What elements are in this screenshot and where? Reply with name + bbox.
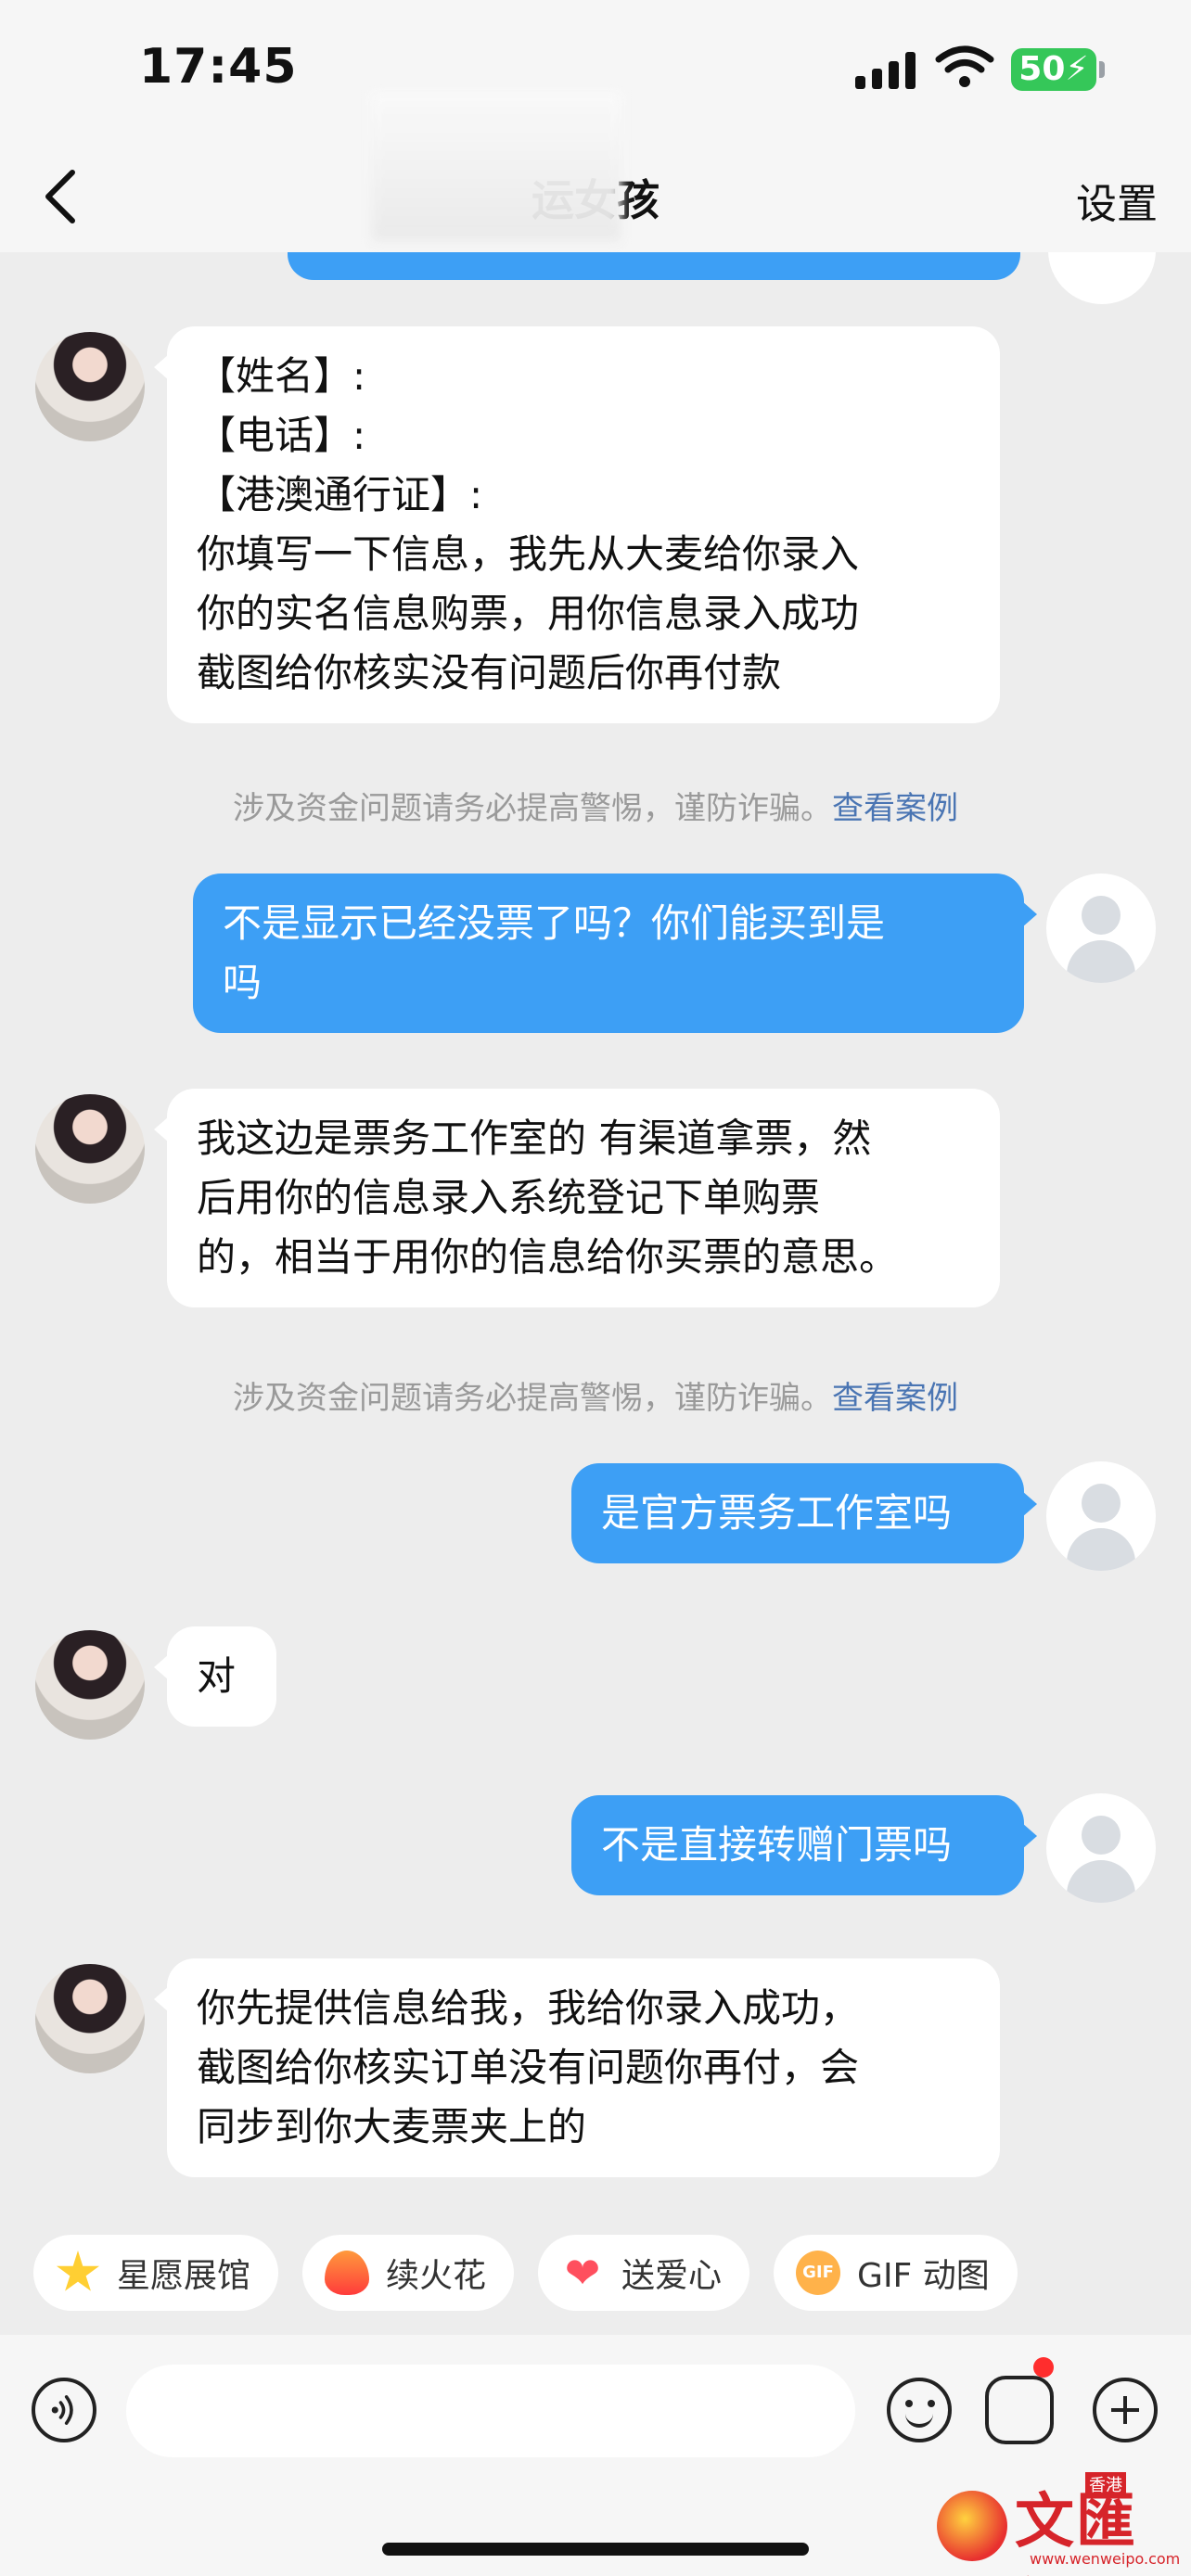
gif-icon: GIF [796,2251,841,2295]
fraud-warning: 涉及资金问题请务必提高警惕，谨防诈骗。查看案例 [0,783,1191,828]
incoming-message[interactable]: 我这边是票务工作室的 有渠道拿票，然 后用你的信息录入系统登记下单购票 的，相当… [154,1089,1000,1307]
incoming-message[interactable]: 对 [154,1626,276,1727]
message-line: 后用你的信息录入系统登记下单购票 [197,1175,821,1220]
message-line: 截图给你核实订单没有问题你再付，会 [197,2045,860,2090]
notification-dot [1033,2357,1054,2378]
settings-button[interactable]: 设置 [1076,171,1158,230]
message-line: 的，相当于用你的信息给你买票的意思。 [197,1234,899,1280]
wenweipo-watermark: 文匯網 香港 www.wenweipo.com [937,2472,1187,2576]
battery-indicator: 50⚡ [1011,48,1096,91]
charging-icon: ⚡ [1065,50,1089,88]
message-input[interactable] [126,2365,855,2457]
outgoing-message[interactable]: 不是显示已经没票了吗？你们能买到是 吗 [193,874,1037,1033]
clipped-avatar [1048,252,1156,304]
fraud-warning-text: 涉及资金问题请务必提高警惕，谨防诈骗。 [233,1380,832,1417]
message-line: 不是直接转赠门票吗 [601,1822,953,1868]
clipped-outgoing-bubble [288,252,1020,280]
battery-cap [1099,61,1105,78]
my-avatar[interactable] [1046,874,1156,983]
more-options-icon[interactable] [1093,2378,1158,2442]
star-icon [56,2251,100,2291]
fire-icon [325,2251,370,2295]
fraud-warning-text: 涉及资金问题请务必提高警惕，谨防诈骗。 [233,790,832,827]
message-line: 我这边是票务工作室的 有渠道拿票，然 [197,1116,872,1161]
message-line: 对 [197,1653,237,1699]
contact-avatar[interactable] [35,1630,145,1740]
message-line: 你先提供信息给我，我给你录入成功， [197,1985,860,2031]
message-line: 【电话】: [197,413,366,458]
contact-avatar[interactable] [35,332,145,441]
message-line: 【港澳通行证】: [197,472,483,517]
star-gallery-chip[interactable]: 星愿展馆 [33,2235,279,2311]
cellular-signal-icon [855,52,916,89]
message-line: 同步到你大麦票夹上的 [197,2104,587,2149]
incoming-message[interactable]: 你先提供信息给我，我给你录入成功， 截图给你核实订单没有问题你再付，会 同步到你… [154,1958,1000,2177]
my-avatar[interactable] [1046,1461,1156,1571]
message-line: 是官方票务工作室吗 [601,1490,953,1536]
battery-level: 50 [1018,50,1066,88]
chip-label: 星愿展馆 [117,2257,251,2295]
chip-label: 送爱心 [621,2257,723,2295]
message-line: 你的实名信息购票，用你信息录入成功 [197,591,860,636]
watermark-url: www.wenweipo.com [1030,2550,1181,2568]
quick-action-bar: 星愿展馆 续火花 ❤ 送爱心 GIF GIF 动图 [33,2235,1018,2311]
watermark-tag: 香港 [1085,2472,1126,2496]
outgoing-message[interactable]: 是官方票务工作室吗 [571,1463,1037,1563]
sticker-icon[interactable] [985,2376,1054,2444]
redacted-name-blur [371,93,621,241]
outgoing-message[interactable]: 不是直接转赠门票吗 [571,1795,1037,1895]
wenweipo-logo-icon [937,2491,1007,2561]
message-line: 吗 [223,960,263,1005]
view-cases-link[interactable]: 查看案例 [832,1380,958,1417]
gif-chip[interactable]: GIF GIF 动图 [774,2235,1018,2311]
contact-avatar[interactable] [35,1964,145,2073]
voice-icon[interactable] [32,2378,96,2442]
heart-icon: ❤ [564,2248,601,2298]
fraud-warning: 涉及资金问题请务必提高警惕，谨防诈骗。查看案例 [0,1372,1191,1418]
status-time: 17:45 [139,39,298,95]
message-line: 你填写一下信息，我先从大麦给你录入 [197,531,860,577]
contact-avatar[interactable] [35,1094,145,1204]
message-list[interactable]: 【姓名】: 【电话】: 【港澳通行证】: 你填写一下信息，我先从大麦给你录入 你… [0,252,1191,2218]
incoming-message[interactable]: 【姓名】: 【电话】: 【港澳通行证】: 你填写一下信息，我先从大麦给你录入 你… [154,326,1000,723]
emoji-icon[interactable] [887,2378,952,2442]
message-line: 不是显示已经没票了吗？你们能买到是 [223,900,886,946]
my-avatar[interactable] [1046,1793,1156,1903]
view-cases-link[interactable]: 查看案例 [832,790,958,827]
message-line: 截图给你核实没有问题后你再付款 [197,650,782,695]
message-line: 【姓名】: [197,353,366,399]
chip-label: GIF 动图 [857,2257,990,2295]
wifi-icon [935,45,994,87]
chip-label: 续火花 [386,2257,487,2295]
spark-chip[interactable]: 续火花 [302,2235,515,2311]
send-love-chip[interactable]: ❤ 送爱心 [538,2235,750,2311]
home-indicator [382,2543,809,2556]
